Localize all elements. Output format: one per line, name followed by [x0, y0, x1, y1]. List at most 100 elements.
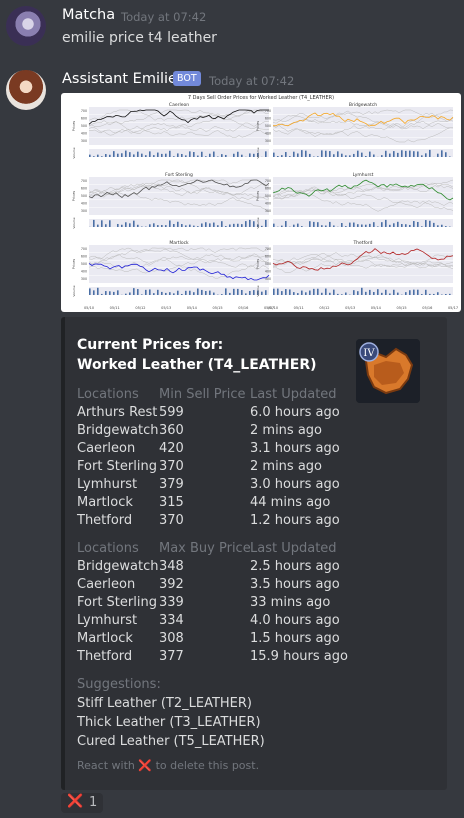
volume-bar [93, 219, 95, 227]
y-tick-label: 500 [81, 262, 87, 266]
col-header-locations: Locations [77, 387, 139, 402]
volume-bar [181, 153, 183, 157]
volume-bar [97, 224, 99, 227]
volume-bar [353, 153, 355, 157]
volume-bar [217, 225, 219, 227]
volume-bar [377, 289, 379, 295]
location-cell: Lymhurst [77, 477, 138, 492]
volume-bar [369, 289, 371, 295]
volume-bar [357, 224, 359, 227]
volume-bar [125, 150, 127, 157]
volume-bar [201, 223, 203, 227]
panel-title: Martlock [169, 240, 189, 246]
location-cell: Thetford [77, 649, 133, 664]
volume-bar [417, 289, 419, 295]
volume-bar [285, 289, 287, 295]
volume-bar [405, 224, 407, 227]
volume-bar [433, 222, 435, 227]
panel-title: Caerleon [169, 102, 189, 108]
volume-bar [301, 150, 303, 157]
location-cell: Martlock [77, 631, 133, 646]
volume-bar [425, 153, 427, 157]
y-tick-label: 700 [265, 179, 271, 183]
avatar-matcha[interactable] [6, 6, 46, 46]
volume-bar [89, 288, 91, 295]
author-name[interactable]: Assistant Emilie [62, 71, 177, 87]
volume-bar [277, 288, 279, 295]
volume-bar [213, 222, 215, 227]
volume-bar [245, 221, 247, 227]
volume-bar [165, 225, 167, 227]
col-header-last-updated: Last Updated [250, 541, 337, 556]
volume-bar [317, 156, 319, 157]
avatar-assistant-emilie[interactable] [6, 70, 46, 110]
volume-bar [173, 156, 175, 157]
y-tick-label: 300 [81, 139, 87, 143]
volume-bar [133, 154, 135, 157]
volume-bar [441, 224, 443, 227]
price-cell: 377 [159, 649, 184, 664]
embed-title: Current Prices for: Worked Leather (T4_L… [77, 335, 317, 375]
timestamp: Today at 07:42 [209, 74, 295, 88]
volume-bar [341, 223, 343, 227]
volume-bar [305, 150, 307, 157]
chart-panel [273, 107, 453, 145]
volume-bar [369, 223, 371, 227]
worked-leather-item-icon[interactable]: IV [356, 339, 420, 403]
price-cell: 339 [159, 595, 184, 610]
panel-title: Thetford [352, 240, 372, 246]
volume-bar [229, 224, 231, 227]
volume-bar [289, 156, 291, 157]
y-tick-label: 700 [81, 179, 87, 183]
volume-bar [273, 288, 275, 295]
volume-bar [381, 155, 383, 157]
volume-bar [409, 224, 411, 227]
location-cell: Fort Sterling [77, 595, 157, 610]
volume-bar [233, 288, 235, 295]
volume-bar [101, 220, 103, 227]
volume-bar [397, 221, 399, 227]
price-cell: 315 [159, 495, 184, 510]
x-tick-label: 05/12 [135, 306, 145, 310]
volume-bar [329, 151, 331, 157]
volume-bar [353, 222, 355, 227]
volume-bar [433, 293, 435, 295]
volume-bar [321, 150, 323, 157]
volume-bar [321, 292, 323, 295]
volume-bar [265, 290, 267, 295]
price-cell: 348 [159, 559, 184, 574]
price-cell: 420 [159, 441, 184, 456]
updated-cell: 33 mins ago [250, 595, 331, 610]
volume-bar [137, 224, 139, 227]
location-cell: Martlock [77, 495, 133, 510]
col-header-min-sell: Min Sell Price [159, 387, 246, 402]
volume-bar [297, 223, 299, 227]
location-cell: Bridgewatch [77, 423, 159, 438]
col-header-max-buy: Max Buy Price [159, 541, 251, 556]
volume-bar [213, 292, 215, 295]
volume-bar [193, 152, 195, 157]
volume-bar [361, 287, 363, 295]
volume-bar [193, 225, 195, 227]
volume-bar [421, 294, 423, 295]
author-name[interactable]: Matcha [62, 7, 115, 23]
volume-bar [293, 224, 295, 227]
volume-bar [149, 151, 151, 157]
volume-bar [117, 223, 119, 227]
volume-bar [197, 155, 199, 157]
volume-bar [97, 287, 99, 295]
volume-bar [361, 152, 363, 157]
volume-bar [381, 292, 383, 295]
reaction-cross-mark[interactable]: ❌ 1 [61, 793, 103, 813]
volume-bar [133, 288, 135, 295]
volume-bar [381, 222, 383, 227]
price-chart-image[interactable]: 7 Days Sell Order Prices for Worked Leat… [61, 93, 461, 312]
volume-bar [361, 224, 363, 227]
volume-bar [441, 150, 443, 157]
volume-bar [241, 289, 243, 295]
volume-bar [417, 151, 419, 157]
volume-bar [449, 156, 451, 157]
volume-bar [93, 290, 95, 295]
y-tick-label: 600 [265, 117, 271, 121]
volume-bar [341, 294, 343, 295]
